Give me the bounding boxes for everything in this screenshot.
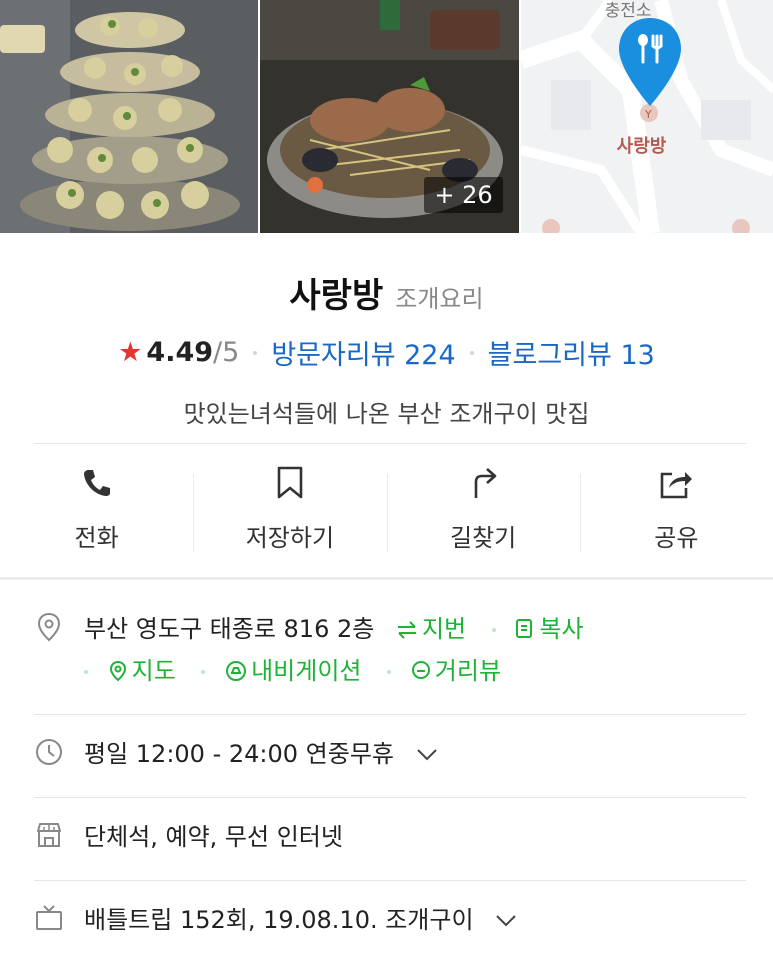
hours-text: 평일 12:00 - 24:00 연중무휴 [84, 740, 394, 768]
address-text: 부산 영도구 태종로 816 2층 [84, 615, 375, 643]
bookmark-icon [277, 466, 303, 499]
navigation-label: 내비게이션 [251, 657, 362, 685]
copy-label: 복사 [539, 615, 584, 643]
swap-icon [397, 621, 416, 639]
car-icon [226, 661, 247, 681]
photo-strip: + 26 Y 충전소 사랑방 [0, 0, 773, 233]
visitor-reviews-link[interactable]: 방문자리뷰 224 [271, 333, 455, 372]
rating-row: ★ 4.49 /5 방문자리뷰 224 블로그리뷰 13 [0, 333, 773, 372]
hours-block: 평일 12:00 - 24:00 연중무휴 [84, 737, 438, 771]
photo-seafood-pan[interactable]: + 26 [260, 0, 519, 233]
copy-icon [516, 619, 533, 638]
separator-dot [253, 350, 258, 355]
save-button[interactable]: 저장하기 [193, 462, 386, 562]
separator-dot [491, 628, 496, 632]
chevron-down-icon[interactable] [495, 914, 517, 928]
address-block: 부산 영도구 태종로 816 2층 지번 복사 지도 내비게이션 거리뷰 [84, 612, 584, 688]
lot-number-label: 지번 [421, 615, 467, 643]
lot-number-toggle[interactable]: 지번 [396, 615, 474, 643]
share-label: 공유 [654, 524, 699, 552]
rating-scale: /5 [213, 337, 240, 368]
place-name: 사랑방 [289, 276, 384, 316]
map-label: 지도 [131, 657, 176, 685]
tv-icon [36, 905, 62, 930]
navigation-button[interactable]: 내비게이션 [225, 657, 369, 685]
divider [34, 714, 746, 715]
shellfish-tower-image [0, 0, 259, 233]
amenities-row: 단체석, 예약, 무선 인터넷 [34, 820, 746, 854]
map-pin-icon [618, 18, 681, 106]
map-thumbnail[interactable]: Y 충전소 사랑방 [520, 0, 773, 233]
call-label: 전화 [74, 524, 119, 552]
directions-button[interactable]: 길찾기 [386, 462, 580, 562]
tv-block: 배틀트립 152회, 19.08.10. 조개구이 [84, 903, 517, 937]
map-button[interactable]: 지도 [108, 657, 184, 685]
location-pin-icon [37, 612, 61, 642]
street-view-label: 거리뷰 [434, 657, 502, 685]
tv-text: 배틀트립 152회, 19.08.10. 조개구이 [84, 906, 474, 934]
hours-row[interactable]: 평일 12:00 - 24:00 연중무휴 [34, 737, 746, 771]
divider [34, 880, 746, 881]
tv-row[interactable]: 배틀트립 152회, 19.08.10. 조개구이 [34, 903, 746, 937]
phone-icon [83, 470, 110, 496]
place-header: 사랑방 조개요리 ★ 4.49 /5 방문자리뷰 224 블로그리뷰 13 맛있는… [0, 233, 773, 429]
place-category: 조개요리 [395, 285, 484, 313]
separator-dot [469, 350, 474, 355]
clock-icon [36, 739, 62, 765]
call-button[interactable]: 전화 [0, 462, 193, 562]
directions-icon [474, 468, 497, 498]
more-photos-count: + 26 [434, 181, 493, 209]
divider [34, 443, 746, 444]
store-icon [37, 823, 61, 847]
directions-label: 길찾기 [450, 524, 517, 552]
blog-reviews-link[interactable]: 블로그리뷰 13 [488, 333, 655, 372]
action-bar: 전화 저장하기 길찾기 공유 [0, 462, 773, 562]
separator-dot [201, 670, 206, 674]
svg-text:Y: Y [644, 108, 652, 121]
star-icon: ★ [118, 337, 143, 368]
address-row: 부산 영도구 태종로 816 2층 지번 복사 지도 내비게이션 거리뷰 [34, 612, 746, 688]
chevron-down-icon[interactable] [416, 748, 438, 762]
rating-score: 4.49 [146, 337, 214, 368]
share-icon [661, 472, 693, 499]
place-description: 맛있는녀석들에 나온 부산 조개구이 맛집 [183, 400, 590, 428]
separator-dot [387, 670, 392, 674]
map-pin-small-icon [109, 660, 126, 682]
section-divider [0, 577, 773, 580]
save-label: 저장하기 [245, 524, 335, 552]
map-place-label: 사랑방 [616, 136, 667, 157]
photo-shellfish-tower[interactable] [0, 0, 259, 233]
copy-address-button[interactable]: 복사 [515, 615, 584, 643]
separator-dot [84, 670, 88, 674]
more-photos-badge[interactable]: + 26 [424, 177, 503, 213]
divider [34, 797, 746, 798]
street-view-button[interactable]: 거리뷰 [411, 657, 501, 685]
title-row: 사랑방 조개요리 [0, 268, 773, 317]
amenities-text: 단체석, 예약, 무선 인터넷 [84, 823, 343, 851]
share-button[interactable]: 공유 [579, 462, 773, 562]
street-view-icon [411, 661, 430, 679]
